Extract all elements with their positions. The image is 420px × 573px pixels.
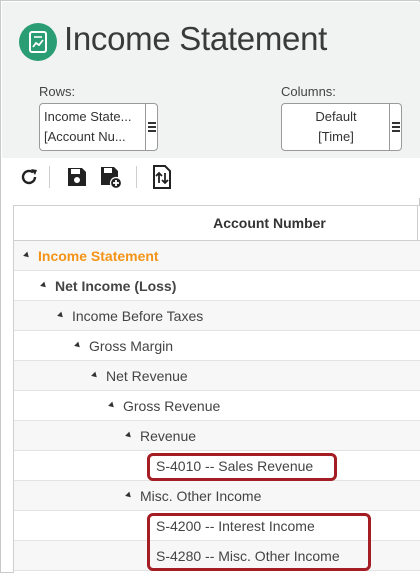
save-add-icon[interactable] <box>98 164 124 190</box>
columns-label: Columns: <box>281 84 336 99</box>
swap-axes-icon[interactable] <box>149 164 175 190</box>
pivot-grid: Account Number Income Statement Net Incom… <box>13 205 420 573</box>
row-label: Gross Revenue <box>123 398 221 414</box>
rows-selector-line2: [Account Nu... <box>44 129 126 144</box>
expand-caret-icon[interactable] <box>57 311 65 320</box>
columns-selector-line1: Default <box>315 109 357 124</box>
toolbar-divider <box>49 166 50 188</box>
rows-selector-line1: Income State... <box>44 109 132 124</box>
expand-caret-icon[interactable] <box>23 251 31 260</box>
columns-selector[interactable]: Default [Time] <box>281 103 402 151</box>
row-label: Revenue <box>140 428 197 444</box>
row-label: S-4010 -- Sales Revenue <box>156 458 314 474</box>
rows-selector[interactable]: Income State... [Account Nu... <box>39 103 158 151</box>
row-label: S-4280 -- Misc. Other Income <box>156 548 340 564</box>
report-chart-icon <box>19 23 57 61</box>
tree-row-group[interactable]: Net Income (Loss) <box>14 271 420 301</box>
row-label: Gross Margin <box>89 338 174 354</box>
expand-caret-icon[interactable] <box>40 281 48 290</box>
rows-menu-icon[interactable] <box>145 104 157 150</box>
columns-selector-line2: [Time] <box>318 129 354 144</box>
tree-row-account[interactable]: S-4280 -- Misc. Other Income <box>14 541 420 571</box>
row-label: Net Revenue <box>106 368 188 384</box>
page-title: Income Statement <box>64 20 328 57</box>
toolbar <box>2 158 420 198</box>
tree-row-account[interactable]: S-4010 -- Sales Revenue <box>14 451 420 481</box>
row-label: Income Statement <box>38 248 159 264</box>
row-label: Misc. Other Income <box>140 488 262 504</box>
save-icon[interactable] <box>64 164 90 190</box>
columns-menu-icon[interactable] <box>389 104 401 150</box>
column-header-account-number[interactable]: Account Number <box>14 206 418 240</box>
row-label: Income Before Taxes <box>72 308 204 324</box>
refresh-icon[interactable] <box>16 164 42 190</box>
grid-header: Account Number <box>14 205 420 241</box>
tree-row-group[interactable]: Gross Margin <box>14 331 420 361</box>
page-header: Income Statement <box>2 2 420 76</box>
expand-caret-icon[interactable] <box>125 491 133 500</box>
tree-row-group[interactable]: Revenue <box>14 421 420 451</box>
tree-row-group[interactable]: Income Before Taxes <box>14 301 420 331</box>
row-label: S-4200 -- Interest Income <box>156 518 315 534</box>
window-frame: Income Statement Rows: Income State... [… <box>0 0 420 573</box>
expand-caret-icon[interactable] <box>74 341 82 350</box>
toolbar-divider <box>136 166 137 188</box>
axis-selectors: Rows: Income State... [Account Nu... Col… <box>2 76 420 158</box>
tree-row-group[interactable]: Net Revenue <box>14 361 420 391</box>
row-label: Net Income (Loss) <box>55 278 177 294</box>
tree-row-group[interactable]: Income Statement <box>14 241 420 271</box>
tree-row-group[interactable]: Gross Revenue <box>14 391 420 421</box>
expand-caret-icon[interactable] <box>91 371 99 380</box>
rows-label: Rows: <box>39 84 76 99</box>
expand-caret-icon[interactable] <box>125 431 133 440</box>
tree-row-group[interactable]: Misc. Other Income <box>14 481 420 511</box>
tree-row-account[interactable]: S-4200 -- Interest Income <box>14 511 420 541</box>
expand-caret-icon[interactable] <box>108 401 116 410</box>
